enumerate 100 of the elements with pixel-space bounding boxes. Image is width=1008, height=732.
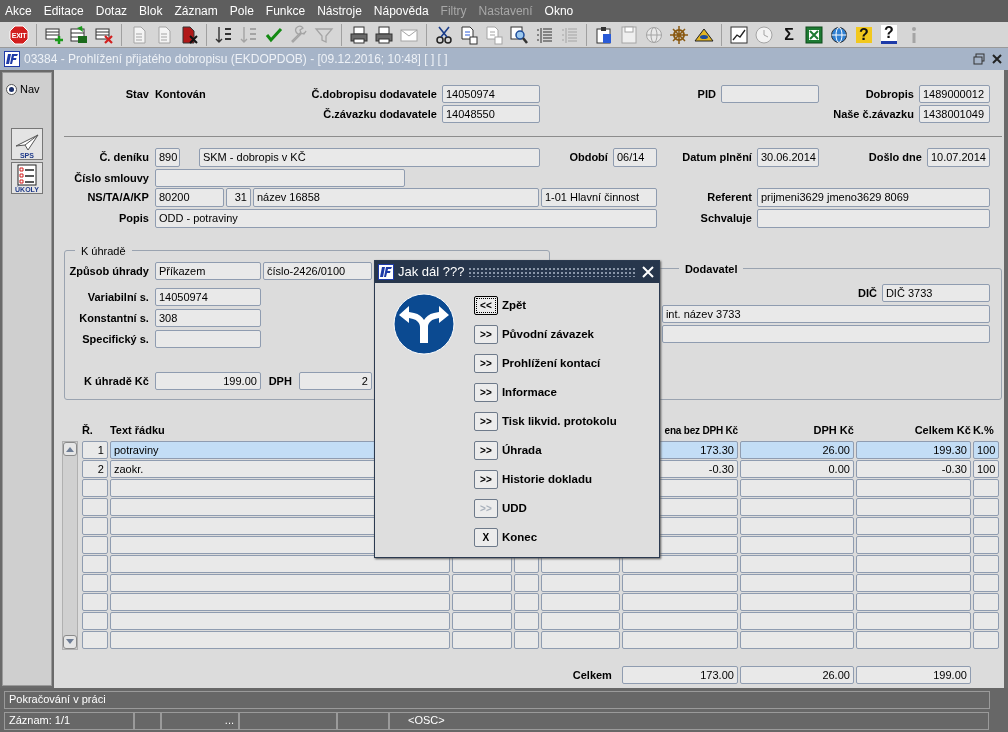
- option-button[interactable]: >>: [473, 412, 498, 431]
- option-button[interactable]: >>: [473, 325, 498, 344]
- input-field[interactable]: 199.00: [154, 372, 261, 390]
- menu-item[interactable]: Nápověda: [372, 2, 430, 20]
- table-cell: [81, 593, 108, 611]
- table-cell: 100: [972, 460, 999, 478]
- column-header: DPH Kč: [812, 422, 854, 438]
- table-cell: [972, 612, 999, 630]
- field-label: Variabilní s.: [86, 289, 149, 305]
- input-field[interactable]: 14050974: [154, 288, 261, 306]
- option-label: Informace: [501, 384, 557, 400]
- input-field[interactable]: 199.00: [855, 666, 971, 684]
- table-cell: [513, 612, 539, 630]
- menu-item[interactable]: Akce: [4, 2, 33, 20]
- input-field[interactable]: 308: [154, 309, 261, 327]
- table-cell: 2: [81, 460, 108, 478]
- input-field[interactable]: 1-01 Hlavní činnost: [540, 188, 657, 207]
- table-cell: [972, 536, 999, 554]
- option-button[interactable]: >>: [473, 441, 498, 460]
- table-cell: [81, 612, 108, 630]
- input-field[interactable]: 890: [154, 148, 180, 167]
- field-label: NS/TA/A/KP: [86, 190, 149, 206]
- help-button[interactable]: ?: [878, 23, 900, 46]
- field-label: DIČ: [856, 285, 877, 301]
- app-logo-icon: [377, 264, 394, 280]
- field-label: Konstantní s.: [78, 310, 149, 326]
- printer-icon[interactable]: [373, 23, 395, 46]
- input-field[interactable]: 06/14: [612, 148, 657, 167]
- input-field[interactable]: prijmeni3629 jmeno3629 8069: [756, 188, 990, 207]
- input-field[interactable]: 26.00: [739, 666, 854, 684]
- table-cell: [81, 631, 108, 649]
- option-button[interactable]: <<: [473, 296, 498, 315]
- menu-item[interactable]: Pole: [228, 2, 255, 20]
- status-value: Kontován: [154, 86, 207, 102]
- menu-item[interactable]: Okno: [543, 2, 575, 20]
- menu-item[interactable]: Blok: [138, 2, 164, 20]
- radio-button[interactable]: [6, 83, 17, 95]
- rows-arrow-icon[interactable]: [68, 23, 90, 46]
- table-cell: [451, 593, 512, 611]
- scrollbar[interactable]: [61, 441, 78, 650]
- option-button[interactable]: >>: [473, 383, 498, 402]
- input-field[interactable]: 173.00: [621, 666, 738, 684]
- menu-item[interactable]: Funkce: [264, 2, 307, 20]
- menu-item[interactable]: Editace: [42, 2, 85, 20]
- input-field[interactable]: 80200: [154, 188, 224, 207]
- spreadsheet-icon[interactable]: [803, 23, 825, 46]
- ship-wheel-icon[interactable]: [668, 23, 690, 46]
- field-label: Období: [568, 150, 608, 166]
- app-logo-icon: [4, 51, 20, 67]
- input-field[interactable]: [154, 169, 405, 187]
- input-field[interactable]: ODD - potraviny: [154, 209, 657, 228]
- menu-item[interactable]: Dotaz: [94, 2, 129, 20]
- option-label: Historie dokladu: [501, 471, 592, 487]
- table-cell: [972, 517, 999, 535]
- road-sign-icon: [392, 293, 455, 355]
- chart-icon[interactable]: [728, 23, 750, 46]
- field-label: Č.dobropisu dodavatele: [310, 86, 437, 102]
- input-field[interactable]: 14050974: [441, 85, 540, 103]
- input-field[interactable]: číslo-2426/0100: [262, 262, 372, 280]
- search-icon[interactable]: [508, 23, 530, 46]
- table-cell: [81, 555, 108, 573]
- input-field[interactable]: SKM - dobropis v KČ: [198, 148, 540, 167]
- input-field[interactable]: DIČ 3733: [881, 284, 990, 302]
- field-label: Došlo dne: [867, 150, 922, 166]
- input-field[interactable]: int. název 3733: [661, 305, 990, 323]
- input-field[interactable]: 14048550: [441, 105, 540, 123]
- menu-item[interactable]: Záznam: [173, 2, 219, 20]
- scroll-down-icon[interactable]: [62, 635, 77, 649]
- input-field[interactable]: 1438001049: [918, 105, 990, 123]
- input-field[interactable]: [661, 325, 990, 343]
- sum-button[interactable]: Σ: [778, 23, 800, 46]
- input-field[interactable]: [720, 85, 819, 103]
- column-header: Celkem Kč: [913, 422, 971, 438]
- option-button[interactable]: >>: [473, 354, 498, 373]
- page-letter-icon[interactable]: [458, 23, 480, 46]
- input-field[interactable]: 31: [225, 188, 251, 207]
- menu-item[interactable]: Nástroje: [316, 2, 363, 20]
- input-field[interactable]: [756, 209, 990, 228]
- field-label: Naše č.závazku: [832, 106, 914, 122]
- column-header: ena bez DPH Kč: [663, 423, 738, 438]
- input-field[interactable]: [154, 330, 261, 348]
- input-field[interactable]: 10.07.2014: [926, 148, 990, 167]
- scroll-up-icon[interactable]: [62, 442, 77, 456]
- field-label: Popis: [117, 211, 149, 227]
- input-field[interactable]: 1489000012: [918, 85, 990, 103]
- table-cell: [81, 479, 108, 497]
- table-cell: 100: [972, 441, 999, 459]
- input-field[interactable]: Příkazem: [154, 262, 261, 280]
- input-field[interactable]: 2: [298, 372, 372, 390]
- input-field[interactable]: název 16858: [252, 188, 539, 207]
- option-button[interactable]: >>: [473, 470, 498, 489]
- field-label: Datum plnění: [681, 150, 752, 166]
- table-cell: [972, 498, 999, 516]
- option-button[interactable]: X: [473, 528, 498, 547]
- input-field[interactable]: 30.06.2014: [756, 148, 819, 167]
- table-cell: [81, 498, 108, 516]
- field-label: Způsob úhrady: [68, 263, 149, 279]
- radio-label: Nav: [20, 82, 40, 97]
- printer-icon[interactable]: [348, 23, 370, 46]
- option-label: Konec: [501, 529, 538, 545]
